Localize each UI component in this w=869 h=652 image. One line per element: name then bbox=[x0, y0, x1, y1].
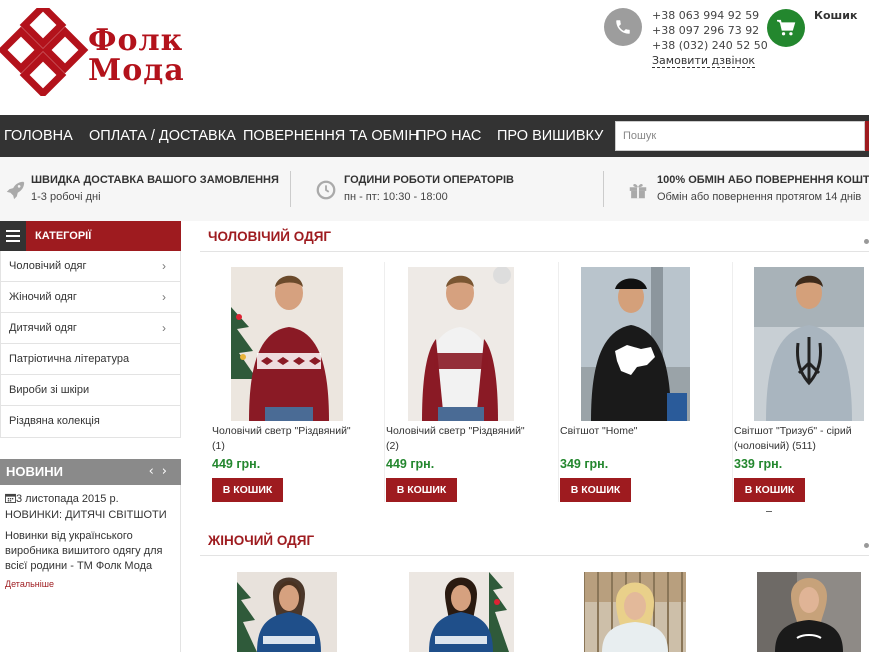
logo-line-2: Мода bbox=[88, 53, 185, 88]
nav-item-about[interactable]: ПРО НАС bbox=[416, 115, 481, 157]
logo-line-1: Фолк bbox=[88, 23, 184, 58]
category-item-christmas[interactable]: Різдвяна колекція bbox=[1, 406, 180, 437]
product-image[interactable] bbox=[409, 572, 514, 652]
product-price: 449 грн. bbox=[212, 457, 261, 471]
chevron-right-icon[interactable]: › bbox=[162, 464, 175, 479]
category-label: Дитячий одяг bbox=[9, 322, 77, 334]
phone-number[interactable]: +38 (032) 240 52 50 bbox=[652, 38, 768, 53]
product-name[interactable]: Чоловічий светр "Різдвяний" (1) bbox=[212, 424, 358, 454]
product-name[interactable]: Чоловічий светр "Різдвяний" (2) bbox=[386, 424, 532, 454]
categories-header[interactable]: КАТЕГОРІЇ bbox=[0, 221, 181, 251]
product-image[interactable] bbox=[231, 267, 343, 421]
category-item-womens[interactable]: Жіночий одяг › bbox=[1, 282, 180, 313]
category-list: Чоловічий одяг › Жіночий одяг › Дитячий од… bbox=[0, 251, 181, 438]
feature-title: ШВИДКА ДОСТАВКА ВАШОГО ЗАМОВЛЕННЯ bbox=[31, 174, 279, 186]
news-header: НОВИНИ ‹› bbox=[0, 459, 181, 485]
site-header: Фолк Мода +38 063 994 92 59 +38 097 296 … bbox=[0, 0, 869, 115]
rocket-icon bbox=[3, 178, 27, 202]
news-item: 3 листопада 2015 р. НОВИНКИ: ДИТЯЧІ СВІТ… bbox=[0, 485, 181, 652]
feature-divider bbox=[290, 171, 291, 207]
logo-ornament-icon bbox=[0, 1, 89, 99]
nav-item-payment-delivery[interactable]: ОПЛАТА / ДОСТАВКА bbox=[89, 115, 236, 157]
feature-title: 100% ОБМІН АБО ПОВЕРНЕННЯ КОШТІ bbox=[657, 174, 869, 186]
chevron-right-icon: › bbox=[162, 259, 166, 273]
product-image[interactable] bbox=[237, 572, 337, 652]
carousel-dot-icon[interactable] bbox=[864, 239, 869, 244]
category-item-leather[interactable]: Вироби зі шкіри bbox=[1, 375, 180, 406]
product-price: 349 грн. bbox=[560, 457, 609, 471]
add-to-cart-button[interactable]: В КОШИК bbox=[560, 478, 631, 502]
add-to-cart-button[interactable]: В КОШИК bbox=[386, 478, 457, 502]
section-title-mens[interactable]: ЧОЛОВІЧИЙ ОДЯГ bbox=[208, 229, 331, 244]
category-label: Різдвяна колекція bbox=[9, 415, 100, 427]
product-image[interactable] bbox=[584, 572, 686, 652]
gift-icon bbox=[626, 178, 650, 202]
phone-icon[interactable] bbox=[604, 8, 642, 46]
phone-number[interactable]: +38 097 296 73 92 bbox=[652, 23, 768, 38]
search-input[interactable]: Пошук bbox=[615, 121, 865, 151]
news-date-text: 3 листопада 2015 р. bbox=[16, 493, 119, 505]
product-image[interactable] bbox=[408, 267, 514, 421]
product-separator bbox=[384, 262, 385, 502]
category-item-mens[interactable]: Чоловічий одяг › bbox=[1, 251, 180, 282]
product-image[interactable] bbox=[757, 572, 861, 652]
add-to-cart-button[interactable]: В КОШИК bbox=[212, 478, 283, 502]
news-more-link[interactable]: Детальніше bbox=[5, 579, 54, 589]
feature-subtitle: 1-3 робочі дні bbox=[31, 191, 101, 203]
product-name[interactable]: Світшот "Тризуб" - сірий (чоловічий) (51… bbox=[734, 424, 869, 454]
product-image[interactable] bbox=[754, 267, 864, 421]
section-title-womens[interactable]: ЖІНОЧИЙ ОДЯГ bbox=[208, 533, 314, 548]
features-bar: ШВИДКА ДОСТАВКА ВАШОГО ЗАМОВЛЕННЯ 1-3 ро… bbox=[0, 157, 869, 221]
feature-subtitle: Обмін або повернення протягом 14 днів bbox=[657, 191, 862, 203]
news-headline[interactable]: НОВИНКИ: ДИТЯЧІ СВІТШОТИ bbox=[5, 509, 167, 521]
category-label: Жіночий одяг bbox=[9, 291, 77, 303]
carousel-dot-icon[interactable] bbox=[864, 543, 869, 548]
product-name[interactable]: Світшот "Home" bbox=[560, 424, 706, 439]
product-image[interactable] bbox=[581, 267, 690, 421]
product-separator bbox=[558, 262, 559, 502]
product-price: 339 грн. bbox=[734, 457, 783, 471]
nav-item-returns[interactable]: ПОВЕРНЕННЯ ТА ОБМІН bbox=[243, 115, 419, 157]
news-nav: ‹› bbox=[149, 459, 175, 485]
section-divider bbox=[200, 555, 869, 556]
category-label: Вироби зі шкіри bbox=[9, 384, 90, 396]
carousel-indicator[interactable] bbox=[766, 511, 772, 512]
main-nav: ГОЛОВНА ОПЛАТА / ДОСТАВКА ПОВЕРНЕННЯ ТА … bbox=[0, 115, 869, 157]
clock-icon bbox=[314, 178, 338, 202]
news-date: 3 листопада 2015 р. bbox=[5, 493, 119, 505]
chevron-right-icon: › bbox=[162, 321, 166, 335]
product-separator bbox=[732, 262, 733, 502]
logo-text: Фолк Мода bbox=[88, 26, 185, 86]
category-item-literature[interactable]: Патріотична література bbox=[1, 344, 180, 375]
nav-item-embroidery[interactable]: ПРО ВИШИВКУ bbox=[497, 115, 603, 157]
cart-icon[interactable] bbox=[767, 9, 805, 47]
add-to-cart-button[interactable]: В КОШИК bbox=[734, 478, 805, 502]
category-item-kids[interactable]: Дитячий одяг › bbox=[1, 313, 180, 344]
chevron-left-icon[interactable]: ‹ bbox=[149, 464, 162, 479]
news-title: НОВИНИ bbox=[6, 464, 63, 479]
phone-list: +38 063 994 92 59 +38 097 296 73 92 +38 … bbox=[652, 8, 768, 68]
feature-subtitle: пн - пт: 10:30 - 18:00 bbox=[344, 191, 448, 203]
category-label: Чоловічий одяг bbox=[9, 260, 87, 272]
site-logo[interactable]: Фолк Мода bbox=[0, 1, 190, 99]
categories-title: КАТЕГОРІЇ bbox=[35, 230, 92, 242]
calendar-icon bbox=[5, 493, 16, 503]
news-text: Новинки від українського виробника вишит… bbox=[5, 530, 163, 572]
callback-link[interactable]: Замовити дзвінок bbox=[652, 54, 756, 68]
phone-number[interactable]: +38 063 994 92 59 bbox=[652, 8, 768, 23]
menu-icon[interactable] bbox=[0, 221, 26, 251]
category-label: Патріотична література bbox=[9, 353, 130, 365]
nav-item-home[interactable]: ГОЛОВНА bbox=[4, 115, 73, 157]
feature-title: ГОДИНИ РОБОТИ ОПЕРАТОРІВ bbox=[344, 174, 514, 186]
chevron-right-icon: › bbox=[162, 290, 166, 304]
search-button[interactable] bbox=[865, 121, 869, 151]
feature-divider bbox=[603, 171, 604, 207]
section-divider bbox=[200, 251, 869, 252]
cart-label[interactable]: Кошик bbox=[814, 9, 857, 22]
product-price: 449 грн. bbox=[386, 457, 435, 471]
